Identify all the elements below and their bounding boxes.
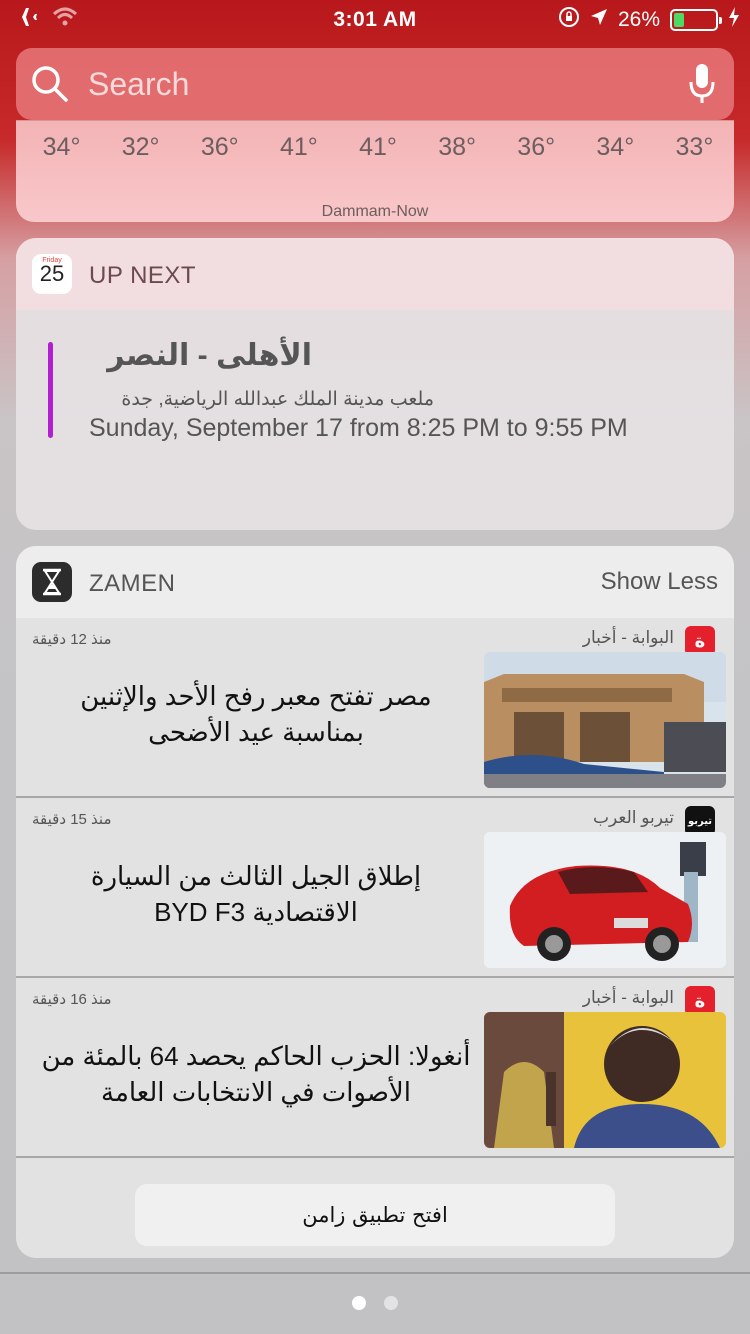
page-dot-active[interactable] xyxy=(352,1296,366,1310)
event-color-bar xyxy=(48,342,53,438)
up-next-title: UP NEXT xyxy=(89,262,197,289)
page-indicator[interactable] xyxy=(0,1296,750,1310)
source-logo-text: ة xyxy=(694,990,706,1011)
source-logo-text: ة xyxy=(694,630,706,651)
search-bar[interactable] xyxy=(16,48,734,120)
search-input[interactable] xyxy=(88,60,648,108)
weather-widget[interactable]: 34° 32° 36° 41° 41° 38° 36° 34° 33° Damm… xyxy=(16,120,734,222)
news-time: منذ 16 دقيقة xyxy=(32,991,112,1008)
event-time: Sunday, September 17 from 8:25 PM to 9:5… xyxy=(89,414,628,442)
status-bar: 3:01 AM 26% xyxy=(0,0,750,40)
source-logo-text: تيربو xyxy=(687,815,713,827)
news-item[interactable]: منذ 15 دقيقة تيربو العرب تيربو إطلاق الج… xyxy=(16,798,734,978)
hour-temp: 32° xyxy=(121,133,160,161)
hour-temp: 36° xyxy=(517,133,556,161)
weather-location: Dammam-Now xyxy=(321,203,429,220)
news-item[interactable]: منذ 16 دقيقة البوابة - أخبار ة أنغولا: ا… xyxy=(16,978,734,1158)
event-title[interactable]: الأهلى - النصر xyxy=(107,338,312,373)
up-next-widget[interactable]: Friday 25 UP NEXT الأهلى - النصر ملعب مد… xyxy=(16,238,734,530)
up-next-header: Friday 25 UP NEXT xyxy=(16,238,734,310)
news-time: منذ 15 دقيقة xyxy=(32,811,112,828)
news-thumbnail[interactable] xyxy=(484,652,726,788)
page-dot[interactable] xyxy=(384,1296,398,1310)
news-headline[interactable]: مصر تفتح معبر رفح الأحد والإثنين بمناسبة… xyxy=(36,678,476,750)
calendar-icon-date: 25 xyxy=(39,261,65,286)
news-source: البوابة - أخبار xyxy=(582,628,674,647)
orientation-lock-icon xyxy=(558,6,580,34)
divider xyxy=(0,1272,750,1274)
status-right: 26% xyxy=(558,6,740,34)
news-thumbnail[interactable] xyxy=(484,832,726,968)
show-less-button[interactable]: Show Less xyxy=(601,568,718,596)
battery-percent: 26% xyxy=(617,8,660,31)
location-icon xyxy=(590,8,608,32)
microphone-icon[interactable] xyxy=(688,62,716,111)
zamen-title: ZAMEN xyxy=(89,570,176,597)
news-item[interactable]: منذ 12 دقيقة البوابة - أخبار ة مصر تفتح … xyxy=(16,618,734,798)
charging-icon xyxy=(728,7,740,33)
hour-temp: 33° xyxy=(675,133,714,161)
calendar-icon: Friday 25 xyxy=(32,254,72,294)
hour-temp: 34° xyxy=(596,133,635,161)
open-zamen-app-button[interactable]: افتح تطبيق زامن xyxy=(135,1184,615,1246)
zamen-header: ZAMEN Show Less xyxy=(16,546,734,618)
temperature-row: 34° 32° 36° 41° 41° 38° 36° 34° 33° xyxy=(16,133,734,162)
news-headline[interactable]: أنغولا: الحزب الحاكم يحصد 64 بالمئة من ا… xyxy=(36,1038,476,1110)
hour-temp: 34° xyxy=(42,133,81,161)
news-headline[interactable]: إطلاق الجيل الثالث من السيارة الاقتصادية… xyxy=(36,858,476,930)
hour-temp: 38° xyxy=(438,133,476,161)
search-icon xyxy=(30,64,70,109)
news-thumbnail[interactable] xyxy=(484,1012,726,1148)
hour-temp: 36° xyxy=(200,133,239,161)
news-source: البوابة - أخبار xyxy=(582,988,674,1007)
zamen-widget[interactable]: ZAMEN Show Less منذ 12 دقيقة البوابة - أ… xyxy=(16,546,734,1258)
event-location: ملعب مدينة الملك عبدالله الرياضية, جدة xyxy=(121,389,434,410)
news-source: تيربو العرب xyxy=(593,808,674,827)
hourglass-icon xyxy=(32,562,72,602)
hour-temp: 41° xyxy=(359,133,397,161)
hour-temp: 41° xyxy=(279,133,318,161)
battery-level xyxy=(674,13,685,27)
battery-icon xyxy=(670,9,722,31)
news-time: منذ 12 دقيقة xyxy=(32,631,112,648)
